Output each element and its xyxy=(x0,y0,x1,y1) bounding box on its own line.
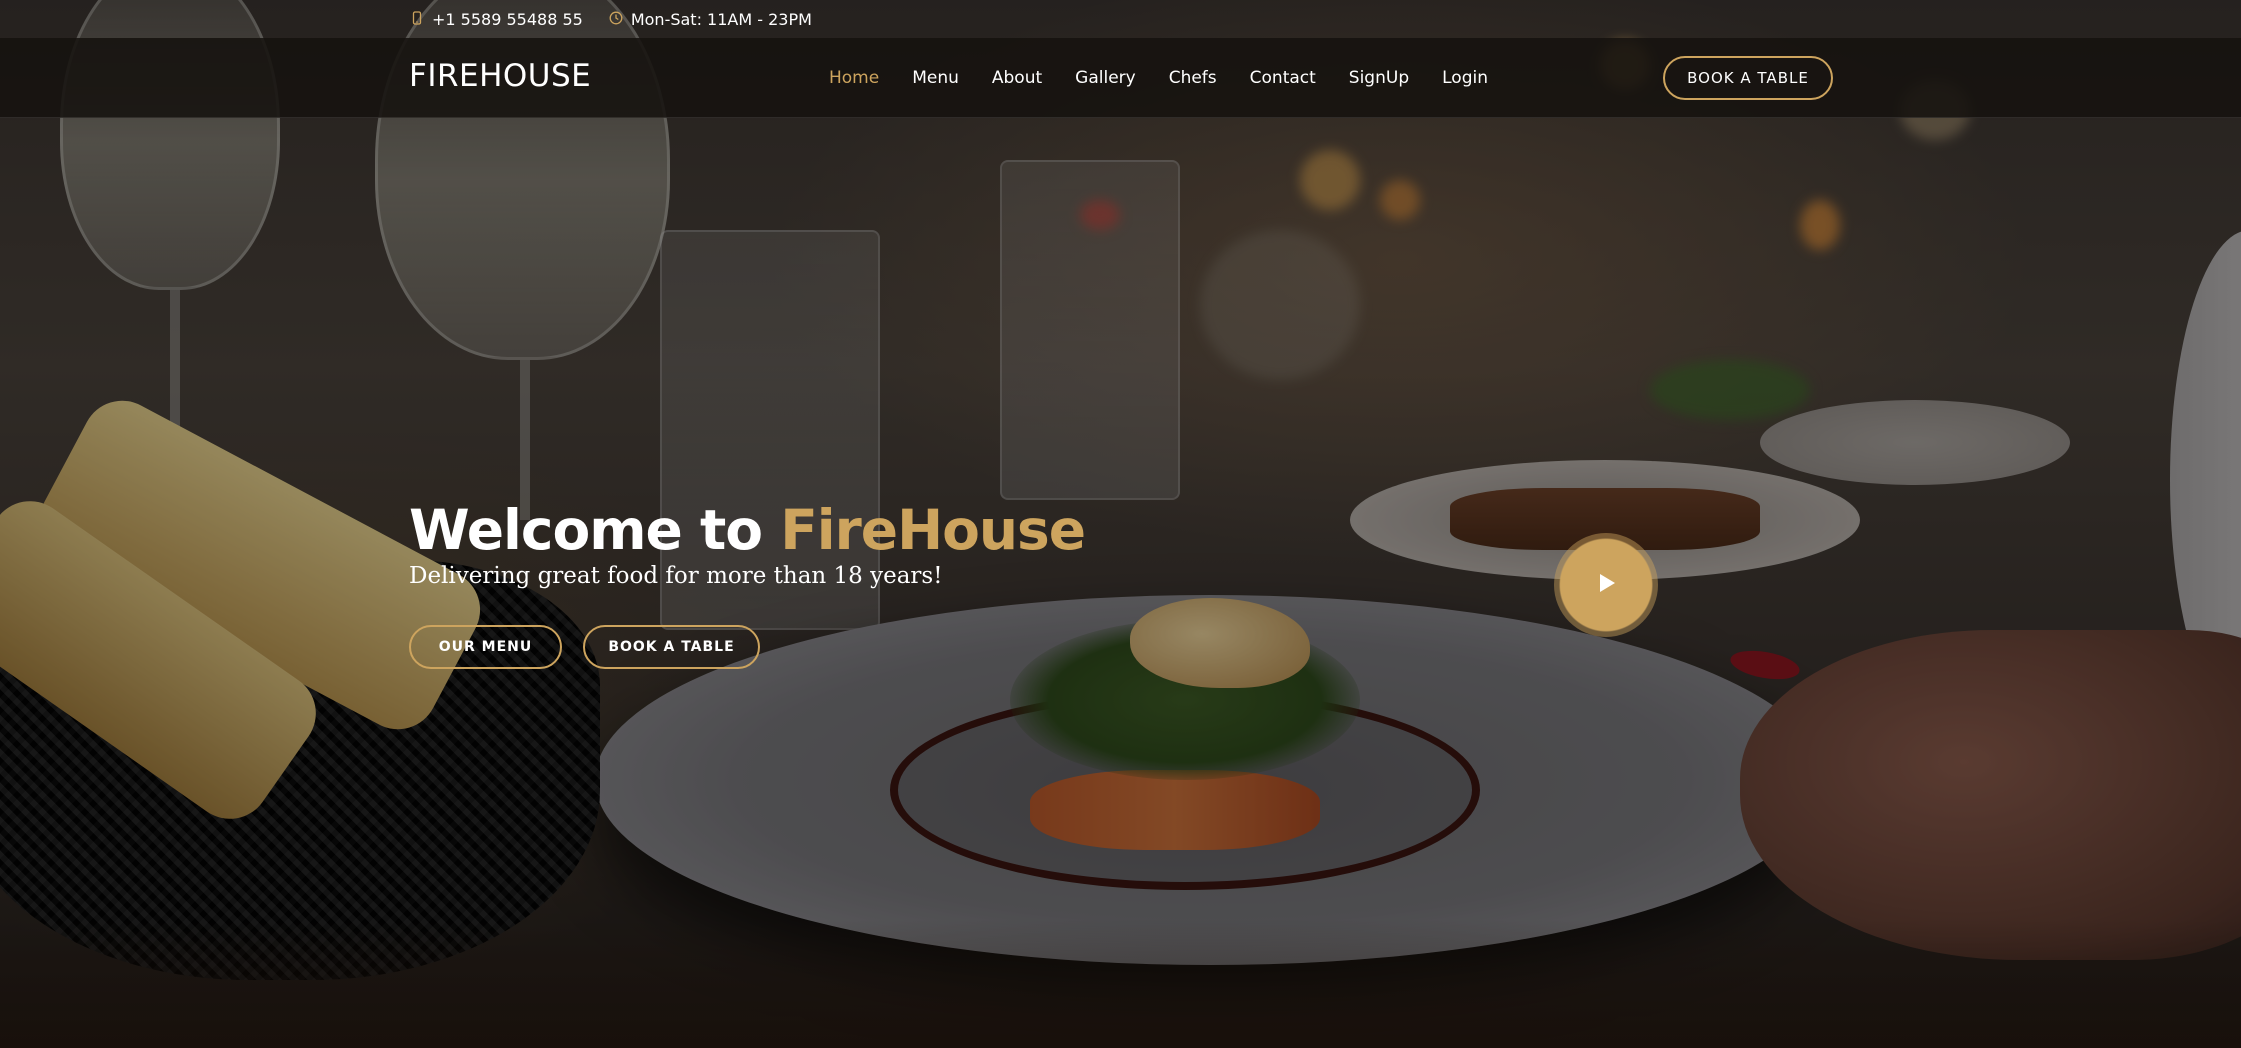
clock-icon xyxy=(609,10,623,29)
nav-about[interactable]: About xyxy=(992,68,1042,88)
site-header: FIREHOUSE Home Menu About Gallery Chefs … xyxy=(0,38,2241,118)
nav-signup[interactable]: SignUp xyxy=(1349,68,1409,88)
top-info-bar: +1 5589 55488 55 Mon-Sat: 11AM - 23PM xyxy=(0,0,2241,38)
hours-info: Mon-Sat: 11AM - 23PM xyxy=(609,10,812,29)
hero-title-prefix: Welcome to xyxy=(409,498,781,562)
play-video-button[interactable] xyxy=(1554,533,1658,637)
main-navigation: Home Menu About Gallery Chefs Contact Si… xyxy=(829,38,1521,118)
hero-subtitle: Delivering great food for more than 18 y… xyxy=(409,563,943,589)
phone-icon xyxy=(410,10,424,29)
phone-info: +1 5589 55488 55 xyxy=(410,10,583,29)
hero-background-image xyxy=(0,0,2241,1048)
site-logo[interactable]: FIREHOUSE xyxy=(409,58,591,94)
phone-number: +1 5589 55488 55 xyxy=(432,9,583,29)
our-menu-button[interactable]: OUR MENU xyxy=(409,625,562,669)
nav-menu[interactable]: Menu xyxy=(912,68,959,88)
nav-login[interactable]: Login xyxy=(1442,68,1488,88)
hero-book-table-button[interactable]: BOOK A TABLE xyxy=(583,625,760,669)
hero-title: Welcome to FireHouse xyxy=(409,498,1086,562)
nav-chefs[interactable]: Chefs xyxy=(1169,68,1217,88)
nav-home[interactable]: Home xyxy=(829,68,879,88)
header-book-table-button[interactable]: BOOK A TABLE xyxy=(1663,56,1833,100)
nav-contact[interactable]: Contact xyxy=(1250,68,1316,88)
opening-hours: Mon-Sat: 11AM - 23PM xyxy=(630,9,812,29)
play-icon xyxy=(1593,570,1619,601)
hero-title-brand: FireHouse xyxy=(780,498,1086,562)
nav-gallery[interactable]: Gallery xyxy=(1075,68,1136,88)
